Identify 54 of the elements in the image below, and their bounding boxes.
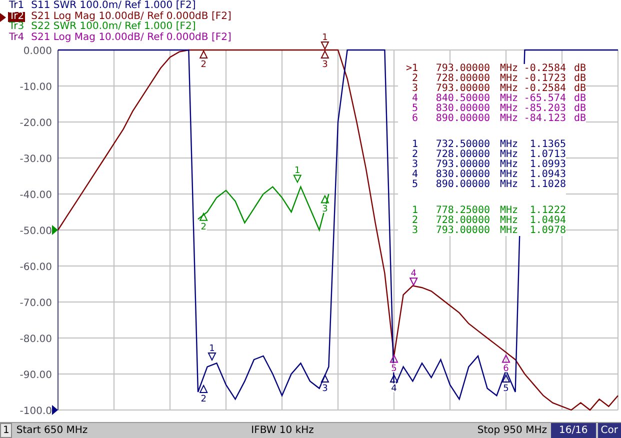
active-trace-arrow-icon	[0, 12, 6, 22]
marker-frequency: 793.00000	[418, 84, 490, 94]
axis-tick-label: -40.00	[20, 190, 52, 201]
reference-arrow-icon	[52, 224, 58, 235]
axis-tick-label: -90.00	[20, 370, 52, 381]
marker-value: -84.123	[518, 114, 566, 124]
marker-frequency: 793.00000	[418, 226, 490, 236]
marker-value: 1.1222	[518, 190, 566, 216]
start-frequency[interactable]: Start 650 MHz	[12, 424, 92, 436]
marker-value: -0.2584	[518, 84, 566, 94]
trace-label[interactable]: Tr4	[8, 32, 26, 43]
marker-number: 3	[398, 226, 418, 236]
marker-value: 1.0978	[518, 226, 566, 236]
axis-tick-label: -100.0	[20, 406, 52, 417]
axis-tick-label: -20.00	[20, 118, 52, 129]
marker-value: 1.0494	[518, 216, 566, 226]
marker-frequency: 728.00000	[418, 150, 490, 160]
axis-tick-label: -50.00	[20, 226, 52, 237]
axis-tick-label: 0.000	[23, 46, 52, 57]
marker-value: 1.0993	[518, 160, 566, 170]
trace-label[interactable]: Tr1	[8, 1, 26, 12]
marker-number: 3	[398, 84, 418, 94]
axis-tick-label: -60.00	[20, 262, 52, 273]
marker-value: 1.0713	[518, 150, 566, 160]
marker-unit: dB	[566, 84, 586, 94]
trace-settings: S21 Log Mag 10.00dB/ Ref 0.000dB [F2]	[31, 12, 232, 22]
trace-label[interactable]: Tr2	[8, 12, 26, 22]
axis-tick-label: -10.00	[20, 82, 52, 93]
marker-unit: MHz	[490, 84, 518, 94]
stop-frequency[interactable]: Stop 950 MHz	[473, 424, 551, 436]
axis-tick-label: -80.00	[20, 334, 52, 345]
marker-unit: dB	[566, 114, 586, 124]
marker-value: 1.1028	[518, 180, 566, 190]
marker-unit: MHz	[490, 114, 518, 124]
marker-unit: MHz	[490, 190, 518, 216]
marker-number: 6	[398, 114, 418, 124]
trace-settings: S22 SWR 100.0m/ Ref 1.000 [F2]	[31, 22, 196, 32]
axis-tick-label: -30.00	[20, 154, 52, 165]
marker-value: 1.1365	[518, 124, 566, 150]
marker-number: 2	[398, 150, 418, 160]
correction-status: Cor	[598, 422, 621, 438]
marker-unit: MHz	[490, 226, 518, 236]
average-count: 16/16	[550, 422, 596, 438]
marker-value: 1.0943	[518, 170, 566, 180]
ifbw-setting[interactable]: IFBW 10 kHz	[247, 424, 318, 436]
channel-number[interactable]: 1	[0, 422, 12, 438]
trace-label[interactable]: Tr3	[8, 22, 26, 32]
axis-tick-label: -70.00	[20, 298, 52, 309]
marker-frequency: 778.25000	[418, 190, 490, 216]
reference-arrow-icon	[52, 404, 58, 415]
marker-unit: MHz	[490, 150, 518, 160]
trace-settings: S21 Log Mag 10.00dB/ Ref 0.000dB [F2]	[31, 32, 232, 43]
marker-frequency: 890.00000	[418, 114, 490, 124]
trace-settings: S11 SWR 100.0m/ Ref 1.000 [F2]	[31, 1, 196, 11]
